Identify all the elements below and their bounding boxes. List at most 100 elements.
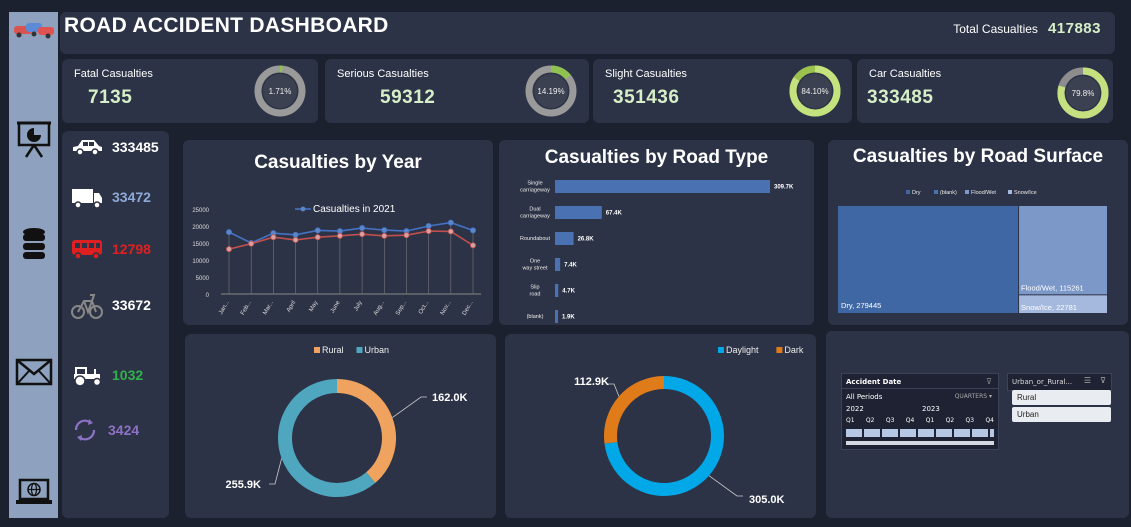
quarter-label[interactable]: Q3 xyxy=(886,417,895,427)
total-casualties-value: 417883 xyxy=(1047,20,1101,37)
road-type-bar xyxy=(555,310,558,323)
mail-icon[interactable] xyxy=(9,358,58,386)
quarter-label[interactable]: Q3 xyxy=(966,417,975,427)
kpi-card-serious: Serious Casualties 59312 14.19% xyxy=(325,59,589,123)
laptop-globe-icon[interactable] xyxy=(9,478,58,506)
level-dropdown[interactable]: QUARTERS ▾ xyxy=(955,393,992,400)
treemap-tile xyxy=(838,206,1019,313)
category-label: road xyxy=(529,292,540,298)
x-tick-label: Nov... xyxy=(440,300,453,316)
series-line xyxy=(228,230,474,250)
data-point xyxy=(226,246,233,253)
x-tick-label: May xyxy=(309,300,320,313)
quarter-label[interactable]: Q4 xyxy=(985,417,994,427)
data-point xyxy=(425,223,432,230)
data-point xyxy=(381,232,388,239)
year-label-2023: 2023 xyxy=(922,405,940,413)
urban-slicer-title-text: Urban_or_Rural... xyxy=(1012,378,1073,386)
quarter-label[interactable]: Q1 xyxy=(926,417,935,427)
kpi-label: Serious Casualties xyxy=(337,68,429,80)
quarter-label[interactable]: Q2 xyxy=(946,417,955,427)
leader-line xyxy=(392,396,427,418)
x-tick-label: Feb... xyxy=(240,300,253,317)
legend-label: (blank) xyxy=(940,190,957,196)
timeline-bar[interactable] xyxy=(846,429,994,437)
legend-swatch xyxy=(965,190,969,194)
y-tick-label: 5000 xyxy=(196,276,210,282)
kpi-value: 7135 xyxy=(88,87,133,108)
kpi-card-slight: Slight Casualties 351436 84.10% xyxy=(593,59,852,123)
year-label-2022: 2022 xyxy=(846,405,864,413)
data-point xyxy=(292,236,299,243)
legend-label: Casualties in 2021 xyxy=(313,204,396,215)
road-type-bar xyxy=(555,206,602,219)
accident-date-slicer[interactable]: Accident Date ⊽ All Periods QUARTERS ▾ 2… xyxy=(841,373,999,450)
leader-line xyxy=(708,475,743,497)
legend-label: Daylight xyxy=(726,345,759,355)
vehicle-count: 333485 xyxy=(112,139,159,155)
legend-label: Urban xyxy=(365,345,390,355)
category-label: carriageway xyxy=(520,214,550,220)
roadtype-bar-chart: Singlecarriageway 309.7KDualcarriageway 67… xyxy=(520,180,794,323)
kpi-value: 351436 xyxy=(613,87,680,108)
category-label: Slip xyxy=(530,285,539,291)
kpi-donut: 79.8% xyxy=(1057,67,1109,119)
data-point xyxy=(403,232,410,239)
filter-icon[interactable]: ⊽ xyxy=(986,377,992,386)
slice-value-label: 305.0K xyxy=(749,494,785,506)
database-icon[interactable] xyxy=(9,227,58,261)
data-point xyxy=(270,234,277,241)
kpi-label: Car Casualties xyxy=(869,68,942,80)
tile-label: Dry, 279445 xyxy=(841,301,881,310)
presentation-icon[interactable] xyxy=(9,120,58,158)
legend-swatch xyxy=(718,347,724,353)
legend-swatch-marker xyxy=(300,206,306,212)
donut-slice xyxy=(604,376,665,444)
data-point xyxy=(469,227,476,234)
slicer-panel: Accident Date ⊽ All Periods QUARTERS ▾ 2… xyxy=(826,331,1129,518)
kpi-pct-label: 1.71% xyxy=(269,87,292,96)
bus-icon xyxy=(72,240,102,260)
page-title: ROAD ACCIDENT DASHBOARD xyxy=(64,14,389,37)
leader-line xyxy=(269,458,283,485)
quarter-label[interactable]: Q1 xyxy=(846,417,855,427)
data-point xyxy=(314,234,321,241)
x-tick-label: July xyxy=(353,300,364,312)
rural-urban-panel: 162.0K 255.9K Rural Urban xyxy=(185,334,496,518)
legend-swatch xyxy=(776,347,783,353)
clear-filter-icon[interactable]: ⊽ xyxy=(1100,376,1106,385)
timeline-scrollbar[interactable] xyxy=(846,441,994,445)
data-point xyxy=(359,225,366,232)
legend-swatch xyxy=(314,347,320,353)
vehicle-row-bicycle: 33672 xyxy=(70,289,151,321)
donut-slice xyxy=(336,379,396,483)
legend-label: Rural xyxy=(322,345,344,355)
divider xyxy=(842,388,998,389)
quarter-label[interactable]: Q4 xyxy=(906,417,915,427)
x-tick-label: June xyxy=(330,299,342,314)
kpi-card-fatal: Fatal Casualties 7135 1.71% xyxy=(62,59,318,123)
slicer-option-rural[interactable]: Rural xyxy=(1012,390,1111,405)
data-point xyxy=(381,227,388,234)
quarter-label[interactable]: Q2 xyxy=(866,417,875,427)
kpi-donut: 84.10% xyxy=(789,65,841,117)
total-casualties-label: Total Casualties xyxy=(953,22,1038,36)
tractor-icon xyxy=(74,367,102,387)
donut-slice xyxy=(278,379,376,497)
data-point xyxy=(314,227,321,234)
kpi-label: Slight Casualties xyxy=(605,68,687,80)
data-point xyxy=(469,242,476,249)
urban-rural-slicer-header[interactable]: Urban_or_Rural... ☰ ⊽ xyxy=(1007,373,1112,391)
y-tick-label: 25000 xyxy=(192,208,209,214)
road-type-bar xyxy=(555,258,561,271)
legend-swatch xyxy=(356,347,363,353)
treemap-tile xyxy=(1019,206,1107,295)
vehicle-count: 33672 xyxy=(112,297,151,313)
all-periods-label: All Periods xyxy=(846,393,883,401)
slicer-option-urban[interactable]: Urban xyxy=(1012,407,1111,422)
data-point xyxy=(447,219,454,226)
road-type-bar xyxy=(555,284,559,297)
sidebar xyxy=(9,12,58,518)
multi-select-icon[interactable]: ☰ xyxy=(1084,376,1091,385)
x-tick-label: Jan... xyxy=(218,300,231,316)
